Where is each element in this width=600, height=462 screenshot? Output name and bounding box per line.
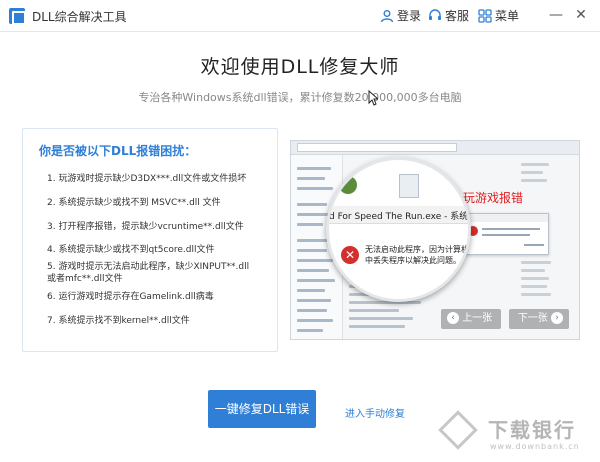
manual-repair-link[interactable]: 进入手动修复 — [345, 405, 405, 420]
prev-image-button[interactable]: ‹ 上一张 — [441, 309, 501, 329]
magnifier-lens: d For Speed The Run.exe - 系统错误 ✕ 无法启动此程序… — [326, 157, 471, 302]
error-preview-image: 玩游戏报错 d For Speed The Run.exe - 系统错误 ✕ 无… — [290, 140, 580, 340]
mouse-cursor-icon — [368, 90, 378, 106]
close-button[interactable]: ✕ — [572, 6, 590, 24]
minimize-button[interactable]: — — [547, 6, 565, 24]
menu-label: 菜单 — [495, 9, 520, 23]
gear-icon — [339, 176, 357, 194]
one-click-repair-button[interactable]: 一键修复DLL错误 — [208, 390, 316, 428]
issue-item: 6. 运行游戏时提示存在Gamelink.dll病毒 — [47, 292, 214, 302]
dialog-message: 无法启动此程序，因为计算机中丢失程序以解决此问题。 — [365, 245, 469, 265]
issue-item: 2. 系统提示缺少或找不到 MSVC**.dll 文件 — [47, 198, 221, 208]
issue-item: 7. 系统提示找不到kernel**.dll文件 — [47, 316, 190, 326]
dialog-title: d For Speed The Run.exe - 系统错误 — [329, 212, 471, 222]
login-label: 登录 — [397, 9, 422, 23]
watermark: 下载银行 www.downbank.cn — [438, 410, 600, 462]
login-button[interactable]: 登录 — [380, 7, 421, 24]
prev-label: 上一张 — [462, 313, 493, 324]
error-icon: ✕ — [341, 246, 359, 264]
issues-card: 你是否被以下DLL报错困扰： 1. 玩游戏时提示缺少D3DX***.dll文件或… — [22, 128, 278, 352]
menu-button[interactable]: 菜单 — [478, 7, 519, 24]
headset-icon — [429, 8, 441, 20]
issue-item: 4. 系统提示缺少或找不到qt5core.dll文件 — [47, 245, 215, 255]
app-title: DLL综合解决工具 — [32, 10, 127, 24]
watermark-text: 下载银行 — [488, 418, 576, 442]
issue-item: 1. 玩游戏时提示缺少D3DX***.dll文件或文件损坏 — [47, 174, 247, 184]
preview-caption: 玩游戏报错 — [463, 191, 524, 205]
next-label: 下一张 — [517, 313, 548, 324]
issue-item: 3. 打开程序报错，提示缺少vcruntime**.dll文件 — [47, 222, 244, 232]
preview-menubar — [291, 141, 579, 155]
app-logo-icon — [9, 8, 26, 25]
service-button[interactable]: 客服 — [428, 7, 469, 24]
issue-item: 5. 游戏时提示无法启动此程序，缺少XINPUT**.dll或者mfc**.dl… — [47, 262, 250, 284]
next-image-button[interactable]: 下一张 › — [509, 309, 569, 329]
chevron-left-icon: ‹ — [447, 312, 459, 324]
service-label: 客服 — [445, 9, 470, 23]
chevron-right-icon: › — [551, 312, 563, 324]
watermark-logo-icon — [438, 410, 478, 450]
page-title: 欢迎使用DLL修复大师 — [200, 56, 400, 78]
preview-address-bar — [297, 143, 457, 152]
issues-heading: 你是否被以下DLL报错困扰： — [39, 144, 197, 158]
preview-small-dialog — [463, 213, 549, 255]
page-subtitle: 专治各种Windows系统dll错误，累计修复数20,000,000多台电脑 — [138, 91, 462, 104]
document-icon — [399, 174, 419, 198]
grid-icon — [478, 8, 492, 23]
titlebar: DLL综合解决工具 登录 客服 菜单 — ✕ — [0, 0, 600, 32]
watermark-url: www.downbank.cn — [490, 442, 580, 451]
user-icon — [380, 9, 394, 22]
